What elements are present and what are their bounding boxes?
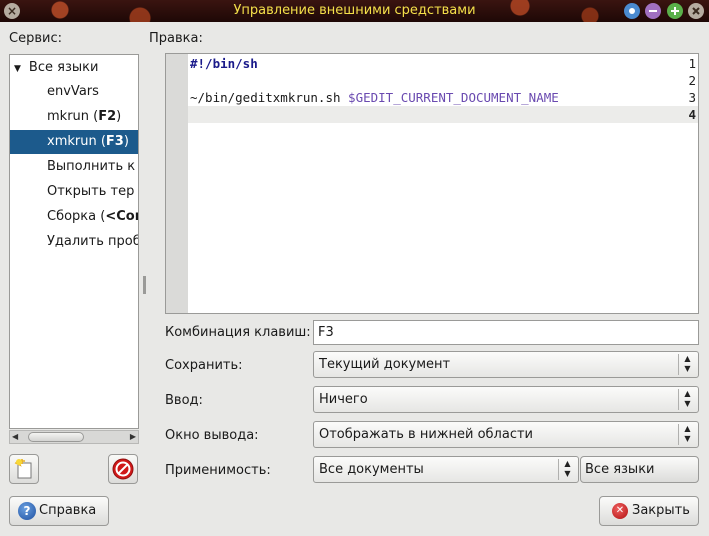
tool-item-shortcut: F3: [105, 134, 124, 149]
tool-item-remove-spaces[interactable]: Удалить проб: [10, 230, 139, 254]
combo-arrows-icon: ▲ ▼: [678, 354, 696, 375]
tool-item-label: mkrun (: [47, 109, 99, 124]
input-combo[interactable]: Ничего ▲ ▼: [313, 386, 699, 413]
pane-divider[interactable]: [142, 30, 147, 485]
tool-item-label: xmkrun (: [47, 134, 106, 149]
window-maximize-icon[interactable]: [667, 3, 683, 19]
title-bar: × Управление внешними средствами: [0, 0, 709, 22]
combo-arrows-icon: ▲ ▼: [678, 424, 696, 445]
tool-item-xmkrun[interactable]: xmkrun (F3): [10, 130, 138, 154]
shortcut-label: Комбинация клавиш:: [165, 325, 311, 340]
save-combo[interactable]: Текущий документ ▲ ▼: [313, 351, 699, 378]
tool-item-label: Удалить проб: [47, 234, 139, 249]
applicability-label: Применимость:: [165, 463, 271, 478]
save-combo-value: Текущий документ: [319, 357, 451, 372]
combo-arrows-icon: ▲ ▼: [558, 459, 576, 480]
remove-tool-button[interactable]: [108, 454, 138, 484]
help-icon: ?: [18, 501, 36, 520]
tool-item-shortcut: F2: [98, 109, 117, 124]
output-combo-value: Отображать в нижней области: [319, 427, 533, 442]
command-editor[interactable]: 1 2 3 4 #!/bin/sh ~/bin/geditxmkrun.sh $…: [165, 53, 699, 314]
output-combo[interactable]: Отображать в нижней области ▲ ▼: [313, 421, 699, 448]
service-label: Сервис:: [9, 31, 62, 46]
scroll-thumb[interactable]: [28, 432, 84, 442]
tool-item-shortcut: <Con: [105, 209, 138, 224]
window-close-right-icon[interactable]: [688, 3, 704, 19]
applicability-combo-value: Все документы: [319, 462, 424, 477]
tool-item-mkrun[interactable]: mkrun (F2): [10, 105, 138, 129]
service-list[interactable]: ▼ Все языки envVars mkrun (F2) xmkrun (F3…: [9, 54, 139, 429]
new-document-icon: [14, 459, 32, 479]
code-line-shebang: #!/bin/sh: [190, 56, 258, 71]
add-tool-button[interactable]: [9, 454, 39, 484]
code-path: ~/bin/geditxmkrun.sh: [190, 90, 341, 105]
line-number-current: 4: [688, 107, 696, 122]
line-number-gutter: [166, 54, 188, 313]
combo-arrows-icon: ▲ ▼: [678, 389, 696, 410]
scroll-right-arrow-icon[interactable]: ▶: [130, 431, 136, 443]
edit-label: Правка:: [149, 31, 203, 46]
close-button-label: Закрыть: [632, 503, 690, 518]
line-number: 1: [688, 56, 696, 71]
input-combo-value: Ничего: [319, 392, 368, 407]
output-label: Окно вывода:: [165, 428, 259, 443]
input-label: Ввод:: [165, 393, 203, 408]
window-menu-icon[interactable]: [624, 3, 640, 19]
tool-item-label: Сборка (: [47, 209, 106, 224]
window-minimize-icon[interactable]: [645, 3, 661, 19]
tree-root-label: Все языки: [28, 60, 99, 75]
tool-item-label-end: ): [116, 109, 122, 124]
tool-item-envvars[interactable]: envVars: [10, 80, 138, 104]
close-icon: ✕: [612, 502, 628, 519]
applicability-combo[interactable]: Все документы ▲ ▼: [313, 456, 579, 483]
languages-button[interactable]: Все языки: [580, 456, 699, 483]
shortcut-field[interactable]: F3: [313, 320, 699, 345]
tool-item-build[interactable]: Сборка (<Con: [10, 205, 138, 229]
delete-icon: [112, 458, 134, 480]
window-title: Управление внешними средствами: [233, 3, 476, 18]
expander-down-icon[interactable]: ▼: [14, 64, 21, 74]
current-line-highlight: [188, 106, 698, 123]
tool-item-open-terminal[interactable]: Открыть тер: [10, 180, 138, 204]
help-button[interactable]: ? Справка: [9, 496, 109, 526]
tool-item-label-end: ): [123, 134, 129, 149]
scroll-left-arrow-icon[interactable]: ◀: [12, 431, 18, 443]
tool-item-label: Открыть тер: [47, 184, 135, 199]
divider-grip[interactable]: [143, 276, 146, 294]
close-button[interactable]: ✕ Закрыть: [599, 496, 699, 526]
tool-item-label: envVars: [47, 84, 99, 99]
tool-item-label: Выполнить к: [47, 159, 136, 174]
help-button-label: Справка: [39, 503, 97, 518]
line-number: 2: [688, 73, 696, 88]
save-label: Сохранить:: [165, 358, 243, 373]
service-list-hscrollbar[interactable]: ◀ ▶: [9, 430, 139, 444]
code-line-command: ~/bin/geditxmkrun.sh $GEDIT_CURRENT_DOCU…: [190, 90, 559, 105]
tool-item-run-command[interactable]: Выполнить к: [10, 155, 138, 179]
tree-root-all-languages[interactable]: ▼ Все языки: [10, 56, 138, 80]
line-number: 3: [688, 90, 696, 105]
code-variable: $GEDIT_CURRENT_DOCUMENT_NAME: [348, 90, 559, 105]
